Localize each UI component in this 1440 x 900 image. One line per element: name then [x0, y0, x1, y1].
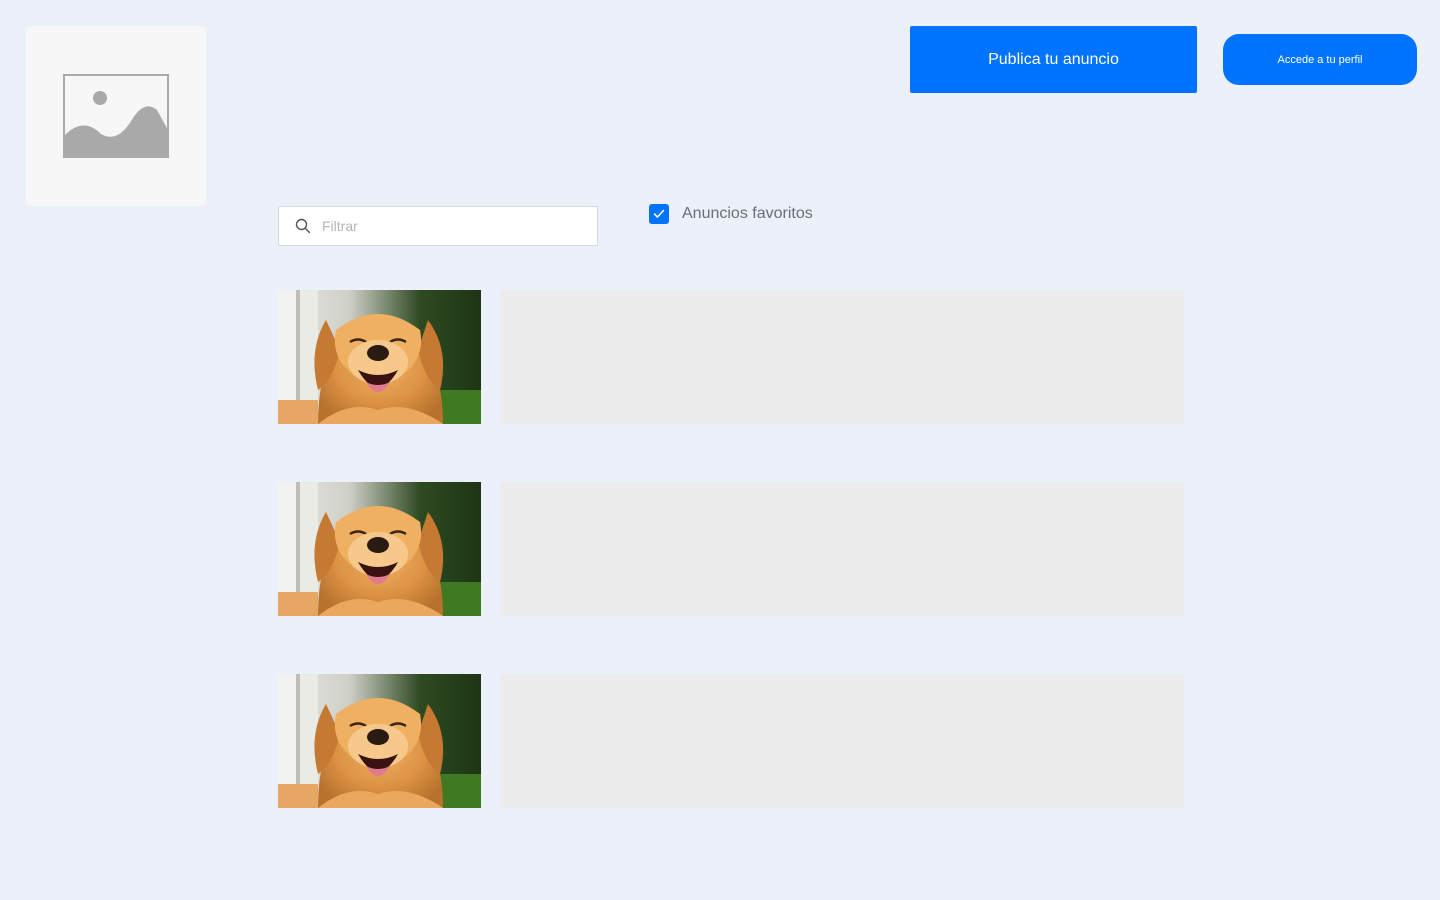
listing-details-panel[interactable] — [500, 674, 1184, 808]
listing-details-panel[interactable] — [500, 290, 1184, 424]
favorites-filter[interactable]: Anuncios favoritos — [649, 203, 813, 225]
listing-item[interactable] — [278, 674, 1184, 808]
favorites-label: Anuncios favoritos — [682, 205, 813, 222]
checkmark-icon — [653, 209, 665, 218]
search-input[interactable] — [322, 218, 582, 234]
listing-details-panel[interactable] — [500, 482, 1184, 616]
logo-placeholder — [26, 26, 206, 206]
listing-image[interactable] — [278, 482, 481, 616]
dog-photo — [278, 674, 481, 808]
profile-access-button[interactable]: Accede a tu perfil — [1223, 34, 1417, 85]
listing-item[interactable] — [278, 290, 1184, 424]
image-placeholder-icon — [63, 74, 169, 158]
listing-item[interactable] — [278, 482, 1184, 616]
listing-image[interactable] — [278, 290, 481, 424]
dog-photo — [278, 482, 481, 616]
search-field[interactable] — [278, 206, 598, 246]
search-icon — [295, 218, 311, 234]
dog-photo — [278, 290, 481, 424]
favorites-checkbox[interactable] — [649, 204, 669, 224]
listing-image[interactable] — [278, 674, 481, 808]
publish-ad-button[interactable]: Publica tu anuncio — [910, 26, 1197, 93]
